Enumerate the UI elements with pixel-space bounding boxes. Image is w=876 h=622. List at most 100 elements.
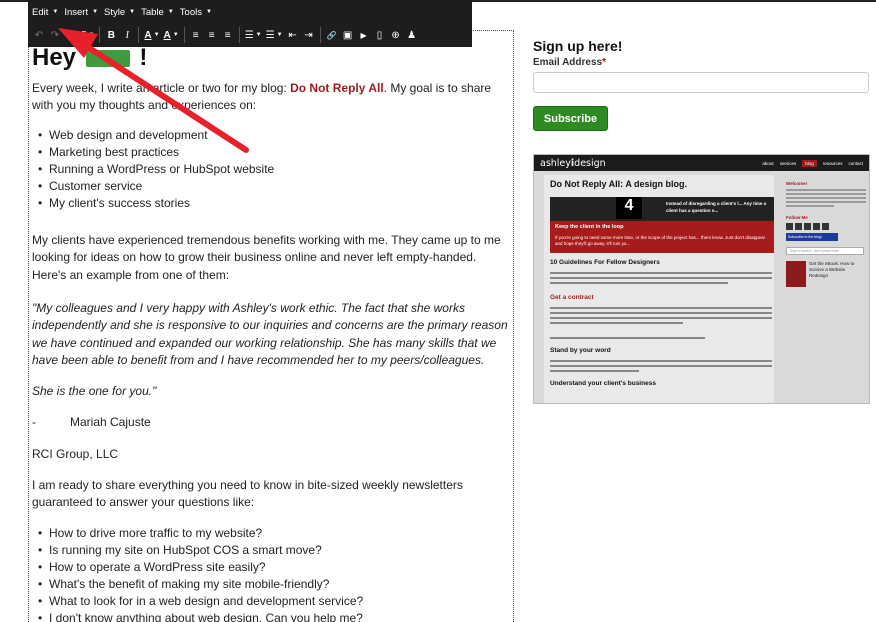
- personalize-button[interactable]: ♟: [404, 26, 420, 44]
- preview-section-heading: Get a contract: [550, 294, 594, 301]
- preview-title: Do Not Reply All: A design blog.: [550, 179, 687, 189]
- required-mark: *: [602, 57, 607, 68]
- preview-social-icons: [786, 223, 866, 230]
- page-icon: ▯: [376, 29, 383, 41]
- image-button[interactable]: ▣: [340, 26, 356, 44]
- preview-hero-heading: Keep the client in the loop: [555, 224, 624, 230]
- menu-table-label: Table: [141, 6, 164, 18]
- add-button[interactable]: ⊕: [388, 26, 404, 44]
- preview-section-heading: Understand your client's business: [550, 380, 656, 387]
- align-right-button[interactable]: ≡: [220, 26, 236, 44]
- preview-search: Type to search, then press enter: [786, 247, 864, 255]
- chevron-down-icon: ▼: [205, 9, 212, 15]
- menu-tools[interactable]: Tools ▼: [180, 7, 218, 18]
- preview-nav-item: services: [779, 160, 797, 166]
- email-field[interactable]: [533, 72, 869, 93]
- editor-menubar: Edit ▼ Insert ▼ Style ▼ Table ▼ Tools ▼: [28, 0, 472, 24]
- paragraph-format-icon: ¶: [81, 29, 87, 41]
- preview-hero-text: Instead of disregarding a client's l... …: [666, 201, 767, 213]
- preview-nav-item: resources: [822, 160, 843, 166]
- heading-text: Hey: [32, 44, 77, 71]
- list-item: Running a WordPress or HubSpot website: [38, 161, 498, 178]
- text-color-dropdown[interactable]: A ▼: [142, 26, 161, 44]
- preview-post-title: 10 Guidelines For Fellow Designers: [550, 259, 660, 266]
- chevron-down-icon: ▼: [88, 32, 95, 38]
- align-left-button[interactable]: ≡: [188, 26, 204, 44]
- list-item: My client's success stories: [38, 195, 498, 212]
- link-button[interactable]: 🔗: [324, 26, 340, 44]
- menu-style-label: Style: [104, 6, 126, 18]
- divider: [138, 27, 140, 43]
- subscribe-button[interactable]: Subscribe: [533, 106, 608, 131]
- email-label-text: Email Address: [533, 57, 603, 68]
- menu-style[interactable]: Style ▼: [104, 7, 141, 18]
- preview-section-heading: Stand by your word: [550, 347, 611, 354]
- editor-button-row: ↶ ↷ <> ¶ ▼ B I A ▼ A ▼ ≡ ≡ ≡ ☰ ▼ ☰ ▼ ⇤ ⇥ 🔗 ▣ …: [28, 24, 472, 46]
- preview-ebook: Get the eBook: How to Survive a Website …: [786, 261, 866, 287]
- chevron-down-icon: ▼: [255, 32, 262, 38]
- personalization-token[interactable]: [85, 50, 130, 68]
- list-item: Is running my site on HubSpot COS a smar…: [38, 542, 498, 559]
- indent-icon: ⇥: [304, 29, 313, 41]
- page-button[interactable]: ▯: [372, 26, 388, 44]
- menu-edit[interactable]: Edit ▼: [32, 7, 64, 18]
- email-label: Email Address*: [533, 57, 606, 68]
- menu-insert[interactable]: Insert ▼: [64, 7, 104, 18]
- preview-main: Do Not Reply All: A design blog. 4 Inste…: [544, 175, 774, 403]
- source-code-button[interactable]: <>: [63, 26, 79, 44]
- link-icon: 🔗: [326, 30, 337, 40]
- outdent-icon: ⇤: [288, 29, 297, 41]
- preview-nav-item: blog: [802, 159, 817, 167]
- heading-punctuation: !: [139, 44, 148, 71]
- author-name: Mariah Cajuste: [70, 415, 151, 429]
- divider: [319, 27, 321, 43]
- testimonial-author: - Mariah Cajuste: [32, 414, 508, 431]
- chevron-down-icon: ▼: [52, 9, 59, 15]
- bullet-list-dropdown[interactable]: ☰ ▼: [243, 26, 264, 44]
- signup-title: Sign up here!: [533, 38, 623, 54]
- video-icon: ▶: [360, 30, 367, 40]
- chevron-down-icon: ▼: [153, 32, 160, 38]
- preview-hero-number: 4: [616, 197, 642, 219]
- italic-icon: I: [125, 29, 129, 41]
- list-item: How to operate a WordPress site easily?: [38, 559, 498, 576]
- indent-button[interactable]: ⇥: [301, 26, 317, 44]
- blog-preview-image: ashleyidesign about services blog resour…: [533, 154, 870, 404]
- preview-nav-item: about: [762, 160, 774, 166]
- author-dash: -: [32, 415, 36, 429]
- preview-header: ashleyidesign about services blog resour…: [534, 155, 869, 171]
- bold-button[interactable]: B: [103, 26, 119, 44]
- format-dropdown[interactable]: ¶ ▼: [79, 26, 96, 44]
- italic-button[interactable]: I: [119, 26, 135, 44]
- menu-insert-label: Insert: [64, 6, 89, 18]
- bold-icon: B: [107, 29, 115, 41]
- text-color-icon: A: [144, 29, 152, 41]
- preview-text-lines: [550, 360, 772, 375]
- blog-name-link[interactable]: Do Not Reply All: [290, 81, 384, 95]
- list-item: Customer service: [38, 178, 498, 195]
- outdent-button[interactable]: ⇤: [285, 26, 301, 44]
- undo-button[interactable]: ↶: [31, 26, 47, 44]
- testimonial-end: She is the one for you.": [32, 384, 157, 398]
- align-center-button[interactable]: ≡: [204, 26, 220, 44]
- clients-paragraph: My clients have experienced tremendous b…: [32, 233, 501, 282]
- newsletter-paragraph: I am ready to share everything you need …: [32, 478, 463, 510]
- preview-hero-body: If you're going to need some more time, …: [555, 235, 766, 246]
- video-button[interactable]: ▶: [356, 26, 372, 44]
- list-item: Marketing best practices: [38, 144, 498, 161]
- menu-table[interactable]: Table ▼: [141, 7, 180, 18]
- source-code-icon: <>: [65, 30, 77, 40]
- preview-sidebar: Welcome! Follow Me Subscribe to the blog…: [786, 181, 866, 287]
- numbered-list-dropdown[interactable]: ☰ ▼: [264, 26, 285, 44]
- intro-paragraph: Every week, I write an article or two fo…: [32, 80, 508, 115]
- background-color-dropdown[interactable]: A ▼: [162, 26, 181, 44]
- author-company: RCI Group, LLC: [32, 447, 119, 461]
- plus-circle-icon: ⊕: [391, 29, 400, 41]
- image-icon: ▣: [342, 29, 353, 41]
- divider: [238, 27, 240, 43]
- page-heading: Hey !: [32, 44, 147, 72]
- chevron-down-icon: ▼: [276, 32, 283, 38]
- preview-hero: 4 Instead of disregarding a client's l..…: [550, 197, 774, 253]
- redo-button[interactable]: ↷: [47, 26, 63, 44]
- preview-logo: ashleyidesign: [540, 158, 606, 169]
